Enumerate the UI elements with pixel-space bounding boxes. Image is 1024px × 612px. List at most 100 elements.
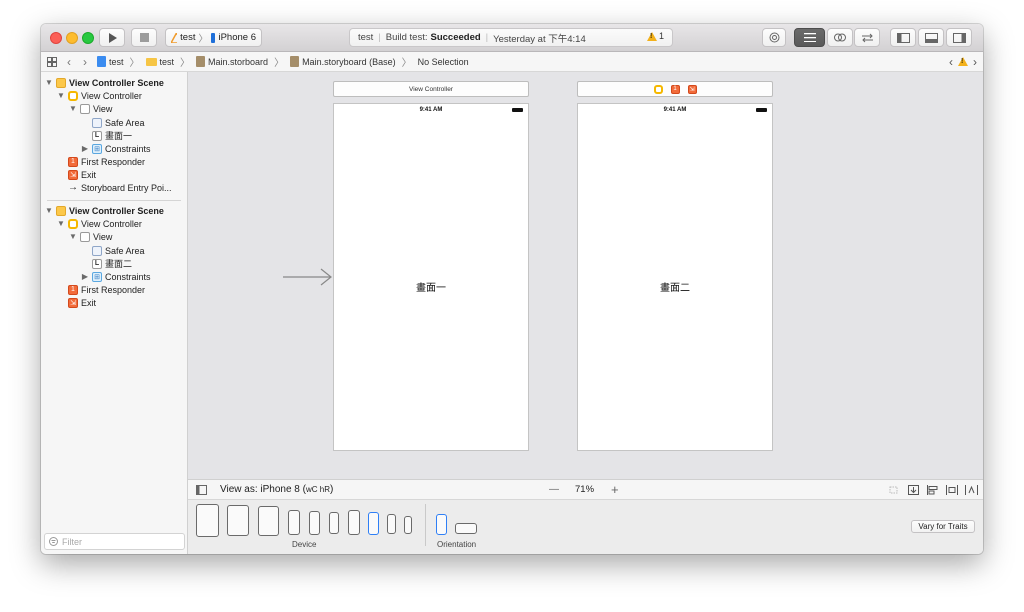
run-button[interactable] — [99, 28, 125, 47]
device-iphone-xs-max[interactable] — [288, 510, 300, 535]
battery-icon — [756, 108, 767, 112]
disclosure-triangle-icon[interactable]: ▼ — [69, 104, 77, 113]
device-iphone-se[interactable] — [404, 516, 412, 534]
outline-filter-field[interactable]: Filter — [44, 533, 185, 550]
forward-arrow-icon[interactable]: › — [83, 55, 87, 69]
embed-in-stack-icon[interactable] — [908, 485, 919, 495]
breadcrumb-item[interactable]: No Selection — [418, 57, 469, 67]
disclosure-triangle-icon[interactable]: ▶ — [81, 144, 89, 153]
device-ipad-pro-12-9[interactable] — [196, 504, 219, 537]
activity-time: Yesterday at 下午4:14 — [493, 33, 586, 45]
outline-label: Constraints — [105, 271, 151, 282]
next-issue-icon[interactable]: › — [973, 55, 977, 69]
outline-controller-row[interactable]: ▼ View Controller — [57, 217, 142, 230]
outline-exit-row[interactable]: ⇲ Exit — [68, 168, 96, 181]
outline-constraints-row[interactable]: ▶ ⊞ Constraints — [81, 142, 151, 155]
outline-first-responder-row[interactable]: 1 First Responder — [68, 155, 145, 168]
close-window-button[interactable] — [50, 32, 62, 44]
outline-label: View Controller Scene — [69, 205, 164, 216]
outline-view-row[interactable]: ▼ View — [69, 102, 112, 115]
version-editor-button[interactable] — [854, 28, 880, 47]
device-ipad-pro-11[interactable] — [227, 505, 249, 536]
first-responder-icon[interactable]: 1 — [670, 84, 680, 94]
view-as-close: ) — [330, 484, 334, 495]
scene-dock[interactable]: View Controller — [333, 81, 529, 97]
outline-view-row[interactable]: ▼ View — [69, 230, 112, 243]
zoom-in-button[interactable]: + — [611, 482, 619, 497]
outline-scene-row[interactable]: ▼ View Controller Scene — [45, 76, 164, 89]
chevron-right-icon: 〉 — [129, 58, 140, 69]
separator: | — [485, 32, 489, 43]
entry-point-arrow-icon[interactable] — [283, 268, 333, 286]
align-icon[interactable] — [927, 485, 938, 495]
outline-entry-point-row[interactable]: → Storyboard Entry Poi... — [68, 181, 172, 194]
device-iphone-xr[interactable] — [329, 512, 339, 534]
outline-label: Exit — [81, 297, 97, 308]
outline-scene-row[interactable]: ▼ View Controller Scene — [45, 204, 164, 217]
warning-icon[interactable] — [958, 57, 968, 66]
scene-icon — [56, 77, 66, 88]
view-controller-icon[interactable] — [653, 84, 663, 94]
scene2-phone-frame[interactable]: 9:41 AM 畫面二 — [577, 103, 773, 451]
outline-safe-area-row[interactable]: Safe Area — [92, 244, 145, 257]
outline-exit-row[interactable]: ⇲ Exit — [68, 296, 96, 309]
orientation-portrait[interactable] — [436, 514, 447, 535]
outline-label-row[interactable]: L 畫面一 — [92, 129, 132, 142]
library-button[interactable] — [762, 28, 786, 47]
outline-constraints-row[interactable]: ▶ ⊞ Constraints — [81, 270, 151, 283]
update-frames-icon[interactable] — [888, 485, 899, 495]
folder-icon — [145, 57, 157, 66]
breadcrumb-item[interactable]: Main.storyboard (Base) — [302, 57, 396, 67]
outline-controller-row[interactable]: ▼ View Controller — [57, 89, 142, 102]
back-arrow-icon[interactable]: ‹ — [67, 55, 71, 69]
scene-label[interactable]: 畫面一 — [334, 279, 528, 294]
toggle-navigator-button[interactable] — [890, 28, 916, 47]
device-ipad-pro-10-5[interactable] — [258, 506, 279, 536]
zoom-level[interactable]: 71% — [575, 484, 594, 495]
toggle-debug-button[interactable] — [918, 28, 944, 47]
device-iphone-8-plus[interactable] — [348, 510, 360, 535]
toolbar: test 〉 iPhone 6 test | Build test: Succe… — [41, 24, 983, 52]
breadcrumb-item[interactable]: Main.storboard — [208, 57, 268, 67]
previous-issue-icon[interactable]: ‹ — [949, 55, 953, 69]
outline-label-row[interactable]: L 畫面二 — [92, 257, 132, 270]
disclosure-triangle-icon[interactable]: ▼ — [45, 78, 53, 87]
disclosure-triangle-icon[interactable]: ▼ — [69, 232, 77, 241]
resolve-issues-icon[interactable] — [965, 485, 978, 495]
breadcrumb-item[interactable]: test — [160, 57, 175, 67]
related-items-icon[interactable] — [47, 56, 57, 67]
disclosure-triangle-icon[interactable]: ▼ — [57, 219, 65, 228]
scheme-selector[interactable]: test 〉 iPhone 6 — [165, 28, 262, 47]
disclosure-triangle-icon[interactable]: ▼ — [45, 206, 53, 215]
disclosure-triangle-icon[interactable]: ▶ — [81, 272, 89, 281]
stop-button[interactable] — [131, 28, 157, 47]
orientation-landscape[interactable] — [455, 523, 477, 534]
device-iphone-8[interactable] — [368, 512, 379, 535]
scene-dock-title: View Controller — [409, 85, 453, 93]
zoom-out-button[interactable]: — — [549, 484, 559, 495]
outline-first-responder-row[interactable]: 1 First Responder — [68, 283, 145, 296]
breadcrumb-item[interactable]: test — [109, 57, 124, 67]
device-iphone-4s[interactable] — [387, 514, 396, 534]
disclosure-triangle-icon[interactable]: ▼ — [57, 91, 65, 100]
scene-dock[interactable]: 1 ⇲ — [577, 81, 773, 97]
view-icon — [80, 103, 90, 114]
scene1-phone-frame[interactable]: 9:41 AM 畫面一 — [333, 103, 529, 451]
outline-safe-area-row[interactable]: Safe Area — [92, 116, 145, 129]
view-controller-icon — [68, 218, 78, 229]
scene-label[interactable]: 畫面二 — [578, 279, 772, 294]
exit-icon[interactable]: ⇲ — [687, 84, 697, 94]
zoom-window-button[interactable] — [82, 32, 94, 44]
outline-toggle-icon[interactable] — [196, 484, 207, 495]
view-as-label[interactable]: View as: iPhone 8 ( — [220, 484, 306, 495]
assistant-editor-button[interactable] — [827, 28, 853, 47]
minimize-window-button[interactable] — [66, 32, 78, 44]
standard-editor-button[interactable] — [794, 28, 825, 47]
add-constraints-icon[interactable] — [946, 485, 958, 495]
view-as-traits[interactable]: wC hR — [306, 485, 330, 494]
toggle-inspector-button[interactable] — [946, 28, 972, 47]
warning-badge[interactable]: 1 — [646, 31, 664, 41]
device-iphone-xs[interactable] — [309, 511, 320, 535]
storyboard-canvas[interactable]: View Controller 9:41 AM 畫面一 1 ⇲ 9:41 AM … — [188, 72, 983, 479]
vary-for-traits-button[interactable]: Vary for Traits — [911, 520, 975, 533]
